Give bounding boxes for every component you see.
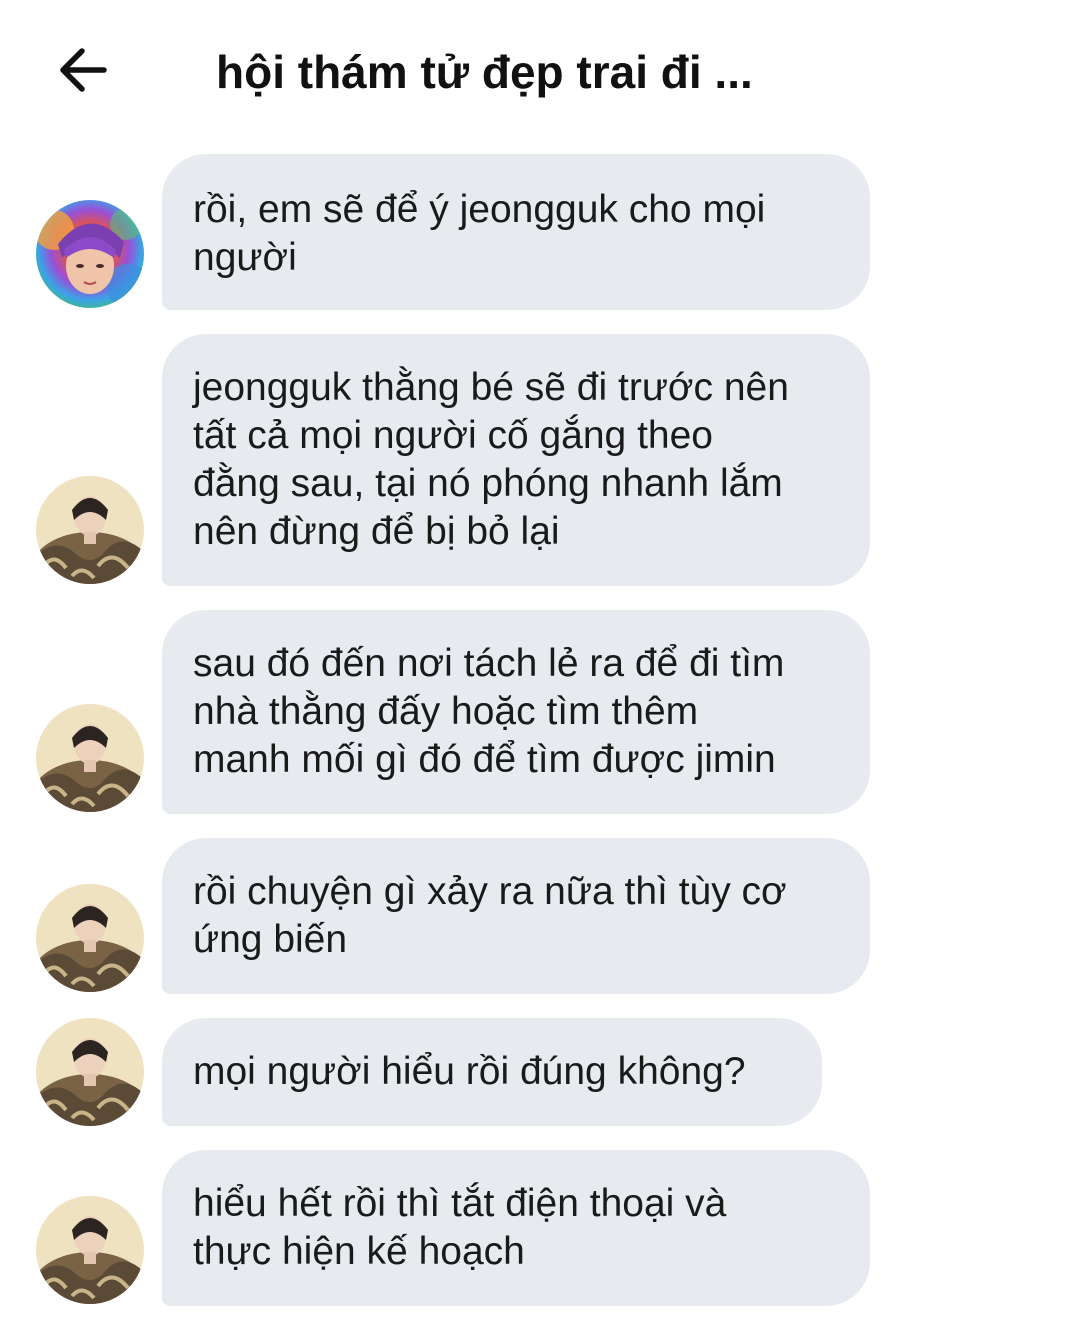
chat-title: hội thám tử đẹp trai đi ... <box>216 46 753 98</box>
fur-coat-avatar[interactable] <box>36 884 144 992</box>
message-text: jeongguk thằng bé sẽ đi trước nên tất cả… <box>193 366 789 553</box>
message-text: sau đó đến nơi tách lẻ ra để đi tìm nhà … <box>193 642 785 781</box>
message-bubble[interactable]: jeongguk thằng bé sẽ đi trước nên tất cả… <box>162 334 870 586</box>
message-bubble[interactable]: hiểu hết rồi thì tắt điện thoại và thực … <box>162 1150 870 1306</box>
message-bubble[interactable]: rồi chuyện gì xảy ra nữa thì tùy cơ ứng … <box>162 838 870 994</box>
arrow-left-icon[interactable] <box>52 38 116 102</box>
message-text: hiểu hết rồi thì tắt điện thoại và thực … <box>193 1182 727 1273</box>
fur-coat-avatar[interactable] <box>36 476 144 584</box>
message-row: rồi, em sẽ để ý jeongguk cho mọi người <box>0 154 1080 310</box>
message-row: mọi người hiểu rồi đúng không? <box>0 1018 1080 1126</box>
rainbow-avatar[interactable] <box>36 200 144 308</box>
message-text: rồi chuyện gì xảy ra nữa thì tùy cơ ứng … <box>193 870 787 961</box>
message-bubble[interactable]: rồi, em sẽ để ý jeongguk cho mọi người <box>162 154 870 310</box>
message-bubble[interactable]: sau đó đến nơi tách lẻ ra để đi tìm nhà … <box>162 610 870 814</box>
message-row: hiểu hết rồi thì tắt điện thoại và thực … <box>0 1150 1080 1306</box>
message-bubble[interactable]: mọi người hiểu rồi đúng không? <box>162 1018 822 1126</box>
chat-header: hội thám tử đẹp trai đi ... <box>0 0 1080 140</box>
fur-coat-avatar[interactable] <box>36 1018 144 1126</box>
message-row: rồi chuyện gì xảy ra nữa thì tùy cơ ứng … <box>0 838 1080 994</box>
message-row: sau đó đến nơi tách lẻ ra để đi tìm nhà … <box>0 610 1080 814</box>
fur-coat-avatar[interactable] <box>36 704 144 812</box>
message-row: jeongguk thằng bé sẽ đi trước nên tất cả… <box>0 334 1080 586</box>
message-text: mọi người hiểu rồi đúng không? <box>193 1050 746 1093</box>
message-text: rồi, em sẽ để ý jeongguk cho mọi người <box>193 188 766 279</box>
fur-coat-avatar[interactable] <box>36 1196 144 1304</box>
